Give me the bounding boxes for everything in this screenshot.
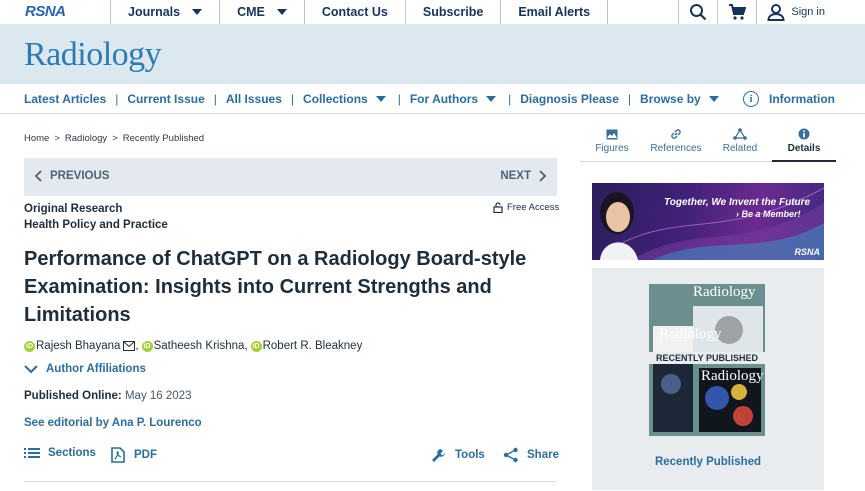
tools-button[interactable]: Tools [431,447,485,463]
breadcrumb: Home > Radiology > Recently Published [24,133,205,144]
image-icon [606,129,618,139]
top-bar: RSNA Journals CME Contact Us Subscribe E… [0,0,865,24]
author-name[interactable]: Satheesh Krishna [154,340,245,352]
journal-cover-image: Radiology Radiology Radiology RECENTLY P… [649,284,765,436]
chevron-down-icon [486,95,497,102]
rsna-ad-logo: RSNA [794,247,820,257]
sections-button[interactable]: Sections [24,447,96,459]
chevron-down-icon [375,95,386,102]
access-badge: Free Access [493,202,559,213]
rsna-logo[interactable]: RSNA [25,3,66,20]
article-actions: Sections PDF Tools Share [24,447,559,467]
share-button[interactable]: Share [503,447,559,463]
rsna-member-ad[interactable]: Together, We Invent the Future › Be a Me… [592,183,824,260]
author-name[interactable]: Rajesh Bhayana [36,340,120,352]
unlock-icon [493,202,503,213]
side-tabs: Figures References Related Details [580,122,836,162]
recently-published-promo[interactable]: Radiology Radiology Radiology RECENTLY P… [592,268,824,490]
top-nav: Journals CME Contact Us Subscribe Email … [110,0,609,24]
tab-details[interactable]: Details [772,122,836,162]
ad-artwork [600,187,824,260]
chevron-down-icon [192,9,203,15]
publication-date: Published Online: May 16 2023 [24,390,192,402]
nav-diagnosis-please[interactable]: Diagnosis Please [520,92,619,106]
chevron-right-icon [539,170,547,182]
user-icon [767,4,785,21]
breadcrumb-radiology[interactable]: Radiology [65,133,107,144]
nav-contact-us[interactable]: Contact Us [303,0,405,24]
sign-in-label: Sign in [791,6,825,18]
article-type: Original Research [24,203,123,215]
wrench-icon [432,449,445,462]
top-utility: Sign in [678,0,865,24]
info-icon [798,128,810,140]
recently-published-link[interactable]: Recently Published [592,456,824,468]
pdf-icon [111,447,125,463]
info-icon: i [743,91,759,107]
journal-nav: Latest Articles | Current Issue | All Is… [0,84,865,114]
search-icon [690,4,707,21]
article-subject[interactable]: Health Policy and Practice [24,219,168,231]
tab-related[interactable]: Related [708,122,772,162]
nav-journals[interactable]: Journals [110,0,219,24]
previous-article-link[interactable]: PREVIOUS [34,170,109,182]
cart-icon [729,4,747,20]
next-article-link[interactable]: NEXT [500,170,547,182]
breadcrumb-current: Recently Published [122,133,205,144]
nav-all-issues[interactable]: All Issues [226,92,282,106]
divider [24,481,557,482]
tab-figures[interactable]: Figures [580,122,644,162]
ad-headline: Together, We Invent the Future [664,197,811,208]
chevron-left-icon [34,170,42,182]
cover-banner: RECENTLY PUBLISHED [649,352,765,364]
ad-cta: › Be a Member! [736,209,801,219]
tab-references[interactable]: References [644,122,708,162]
article-title: Performance of ChatGPT on a Radiology Bo… [24,248,527,326]
chevron-down-icon [276,9,287,15]
cart-button[interactable] [717,0,756,24]
network-icon [733,128,747,140]
nav-cme[interactable]: CME [219,0,304,24]
nav-current-issue[interactable]: Current Issue [127,92,204,106]
nav-for-authors[interactable]: For Authors [410,92,497,106]
sign-in-button[interactable]: Sign in [756,0,865,24]
article-pager: PREVIOUS NEXT [24,158,557,196]
orcid-icon[interactable]: iD [250,340,262,352]
nav-subscribe[interactable]: Subscribe [404,0,500,24]
author-name[interactable]: Robert R. Bleakney [263,340,363,352]
nav-email-alerts[interactable]: Email Alerts [500,0,609,24]
share-icon [503,447,518,463]
journal-title[interactable]: Radiology [24,36,162,74]
pdf-button[interactable]: PDF [111,447,157,463]
search-button[interactable] [678,0,717,24]
nav-collections[interactable]: Collections [303,92,386,106]
breadcrumb-home[interactable]: Home [24,133,49,144]
email-icon[interactable] [123,341,136,351]
link-icon [671,129,681,139]
list-icon [24,448,40,458]
orcid-icon[interactable]: iD [24,340,35,352]
chevron-down-icon [24,365,38,374]
journal-banner: Radiology [0,24,865,84]
editorial-link[interactable]: See editorial by Ana P. Lourenco [24,417,202,429]
nav-browse-by[interactable]: Browse by [640,92,719,106]
author-list: iD Rajesh Bhayana , iD Satheesh Krishna … [24,340,363,352]
information-link[interactable]: i Information [743,84,835,114]
author-affiliations-toggle[interactable]: Author Affiliations [24,363,146,375]
chevron-down-icon [708,95,719,102]
orcid-icon[interactable]: iD [141,340,153,352]
nav-latest-articles[interactable]: Latest Articles [24,92,106,106]
